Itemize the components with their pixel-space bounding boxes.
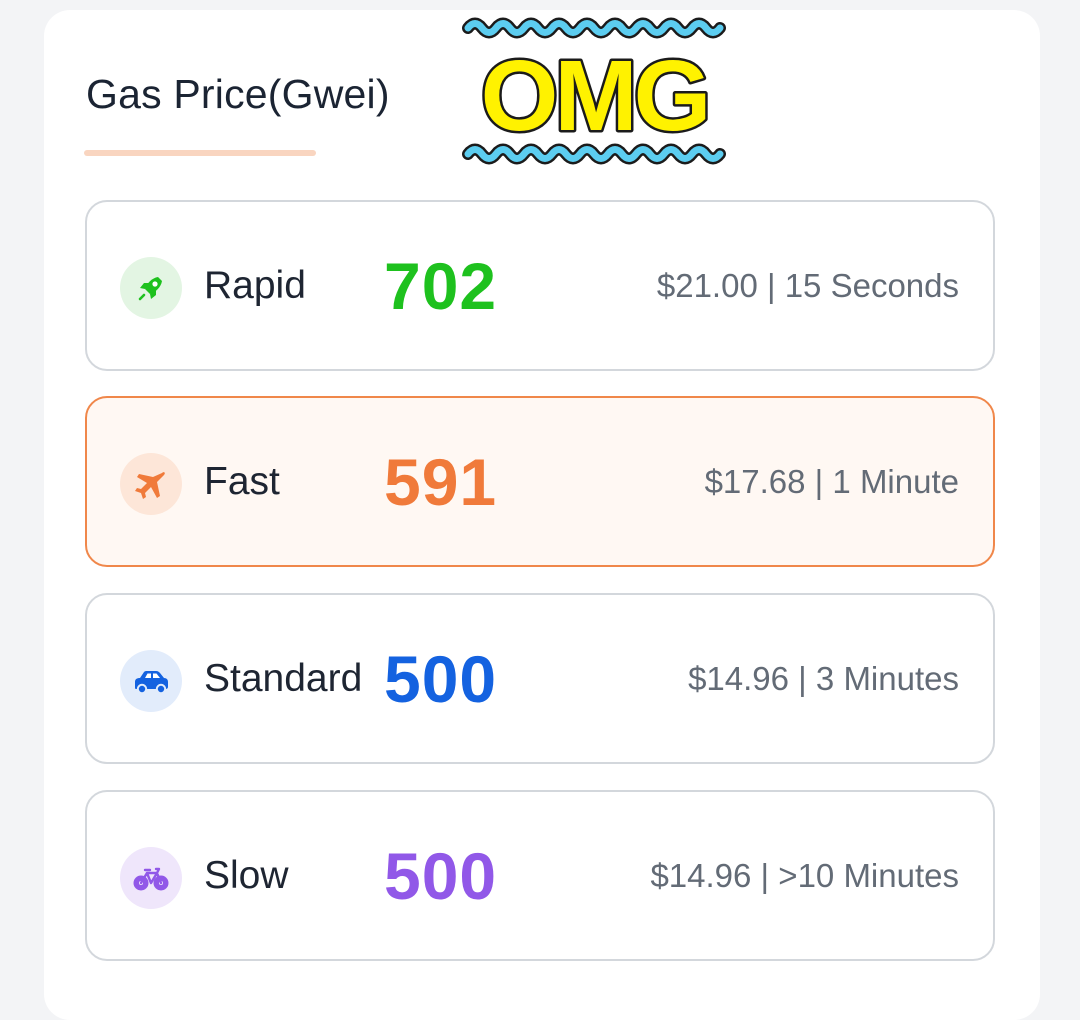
rocket-icon-badge <box>120 257 182 319</box>
tier-cost-time: $14.96 | >10 Minutes <box>650 857 959 894</box>
tier-cost-time: $17.68 | 1 Minute <box>704 463 959 500</box>
tier-cost-time: $21.00 | 15 Seconds <box>656 267 959 304</box>
tier-fast[interactable]: Fast 591 $17.68 | 1 Minute <box>85 396 995 567</box>
tier-name: Standard <box>204 657 363 700</box>
car-icon-badge <box>120 650 182 712</box>
tier-name: Slow <box>204 854 289 897</box>
rocket-icon <box>138 277 162 301</box>
tier-standard[interactable]: Standard 500 $14.96 | 3 Minutes <box>85 593 995 764</box>
car-icon <box>135 671 168 695</box>
omg-sticker: OMG <box>462 10 726 174</box>
bicycle-icon <box>133 867 169 891</box>
airplane-icon <box>135 472 165 499</box>
tier-name: Fast <box>204 460 280 503</box>
tier-price: 591 <box>384 445 498 519</box>
tier-price: 702 <box>384 249 498 323</box>
sticker-text: OMG <box>481 40 708 152</box>
gas-price-title: Gas Price(Gwei) <box>86 71 390 117</box>
title-underline <box>84 150 316 156</box>
tier-price: 500 <box>384 642 498 716</box>
top-wave-decoration <box>468 24 720 33</box>
airplane-icon-badge <box>120 453 182 515</box>
tier-rapid[interactable]: Rapid 702 $21.00 | 15 Seconds <box>85 200 995 371</box>
tier-cost-time: $14.96 | 3 Minutes <box>688 660 959 697</box>
tier-price: 500 <box>384 839 498 913</box>
tier-slow[interactable]: Slow 500 $14.96 | >10 Minutes <box>85 790 995 961</box>
bicycle-icon-badge <box>120 847 182 909</box>
tier-name: Rapid <box>204 264 306 307</box>
